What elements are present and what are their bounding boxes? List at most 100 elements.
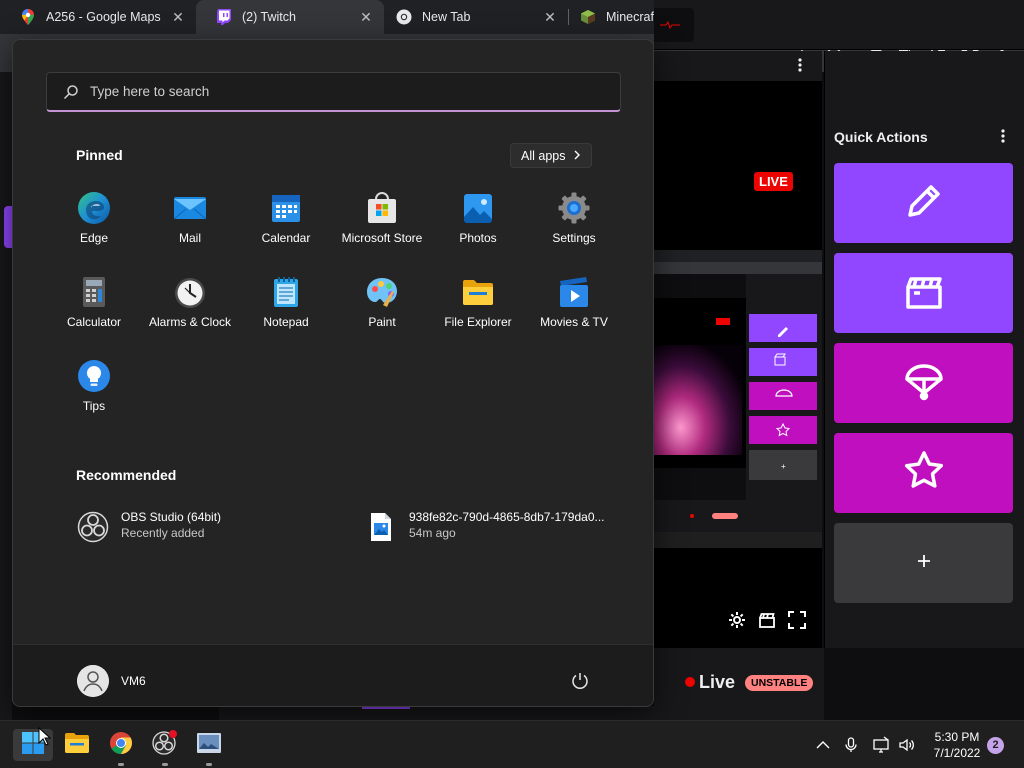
notepad-icon (269, 275, 303, 309)
live-dot (685, 677, 695, 687)
close-tab-icon[interactable]: ✕ (358, 9, 374, 25)
start-menu: Type here to search Pinned All apps Edge… (12, 39, 654, 707)
nested-screen-capture: + (654, 250, 822, 548)
quick-action-ad[interactable] (834, 433, 1013, 513)
recommended-item-obs[interactable]: OBS Studio (64bit) Recently added (77, 507, 277, 547)
app-label: Calculator (66, 315, 122, 329)
quick-action-edit-stream-info[interactable] (834, 163, 1013, 243)
tab-new-tab[interactable]: New Tab ✕ (376, 0, 568, 34)
recommended-item-image-file[interactable]: 938fe82c-790d-4865-8db7-179da0... 54m ag… (365, 507, 625, 547)
tab-title: (2) Twitch (242, 10, 296, 24)
network-icon[interactable] (872, 736, 890, 754)
live-tag: LIVE (754, 172, 793, 191)
app-label: Movies & TV (540, 315, 608, 329)
recommended-sub: Recently added (121, 526, 205, 540)
app-label: Edge (79, 231, 109, 245)
app-label: Photos (459, 231, 497, 245)
close-tab-icon[interactable]: ✕ (170, 9, 186, 25)
start-search-input[interactable]: Type here to search (46, 72, 621, 112)
pinned-app-edge[interactable]: Edge (46, 191, 142, 261)
notification-count-badge[interactable]: 2 (987, 737, 1004, 754)
search-icon (63, 84, 79, 100)
app-label: Settings (552, 231, 596, 245)
taskbar: 5:30 PM 7/1/2022 2 (0, 720, 1024, 768)
microphone-icon[interactable] (842, 736, 860, 754)
calculator-icon (77, 275, 111, 309)
app-label: Notepad (263, 315, 309, 329)
search-placeholder: Type here to search (90, 84, 210, 99)
movies-icon (557, 275, 591, 309)
pinned-app-alarms-clock[interactable]: Alarms & Clock (142, 275, 238, 345)
app-label: Calendar (261, 231, 311, 245)
clip-clapperboard-icon[interactable] (758, 611, 776, 629)
taskbar-clock[interactable]: 5:30 PM 7/1/2022 (928, 729, 986, 761)
file-explorer-icon (64, 732, 90, 759)
all-apps-label: All apps (521, 148, 566, 163)
pinned-app-movies-tv[interactable]: Movies & TV (526, 275, 622, 345)
tab-title: A256 - Google Maps (46, 10, 161, 24)
twitch-top-nav (654, 0, 1024, 50)
clapperboard-icon (902, 269, 946, 318)
volume-icon[interactable] (898, 736, 916, 754)
pinned-app-mail[interactable]: Mail (142, 191, 238, 261)
plus-icon (917, 554, 931, 573)
all-apps-button[interactable]: All apps (510, 143, 593, 168)
pinned-app-settings[interactable]: Settings (526, 191, 622, 261)
pinned-app-file-explorer[interactable]: File Explorer (430, 275, 526, 345)
close-tab-icon[interactable]: ✕ (542, 9, 558, 25)
pinned-app-microsoft-store[interactable]: Microsoft Store (334, 191, 430, 261)
mouse-cursor-icon (38, 726, 52, 747)
parachute-icon (902, 359, 946, 408)
folder-icon (461, 275, 495, 309)
clock-date: 7/1/2022 (933, 746, 981, 760)
search-field-remnant[interactable] (654, 8, 694, 42)
tab-google-maps[interactable]: A256 - Google Maps ✕ (0, 0, 196, 34)
star-icon (902, 449, 946, 498)
live-label: Live (699, 672, 736, 692)
power-icon[interactable] (570, 671, 590, 691)
edge-icon (77, 191, 111, 225)
pinned-app-paint[interactable]: Paint (334, 275, 430, 345)
taskbar-photo-viewer[interactable] (189, 729, 229, 761)
chevron-up-icon[interactable] (814, 736, 832, 754)
chevron-right-icon (573, 149, 581, 163)
quick-actions-kebab-icon[interactable] (996, 128, 1010, 149)
user-avatar-icon[interactable] (77, 665, 109, 697)
pinned-app-photos[interactable]: Photos (430, 191, 526, 261)
app-label: Alarms & Clock (148, 315, 231, 329)
taskbar-obs[interactable] (145, 729, 185, 761)
store-icon (365, 191, 399, 225)
quick-action-clip[interactable] (834, 253, 1013, 333)
alarm-clock-icon (173, 275, 207, 309)
pinned-app-calculator[interactable]: Calculator (46, 275, 142, 345)
photos-icon (461, 191, 495, 225)
fullscreen-icon[interactable] (788, 611, 806, 629)
recommended-name: 938fe82c-790d-4865-8db7-179da0... (409, 510, 605, 524)
app-label: File Explorer (444, 315, 512, 329)
kebab-icon[interactable] (798, 57, 806, 75)
mail-icon (173, 191, 207, 225)
user-name[interactable]: VM6 (121, 674, 146, 688)
pinned-app-notepad[interactable]: Notepad (238, 275, 334, 345)
recommended-sub: 54m ago (409, 526, 456, 540)
settings-gear-icon[interactable] (728, 611, 746, 629)
preview-header (654, 51, 822, 81)
google-maps-icon (20, 9, 36, 25)
quick-actions-title: Quick Actions (834, 129, 928, 145)
chrome-icon (396, 9, 412, 25)
clock-time: 5:30 PM (934, 730, 980, 744)
start-menu-footer: VM6 (13, 644, 653, 706)
minecraft-icon (580, 9, 596, 25)
photo-viewer-icon (196, 732, 222, 759)
recommended-heading: Recommended (76, 467, 177, 483)
taskbar-file-explorer[interactable] (57, 729, 97, 761)
taskbar-chrome[interactable] (101, 729, 141, 761)
quick-action-add[interactable] (834, 523, 1013, 603)
pencil-icon (902, 179, 946, 228)
pinned-app-tips[interactable]: Tips (46, 359, 142, 429)
app-label: Paint (368, 315, 396, 329)
quick-action-raid[interactable] (834, 343, 1013, 423)
tab-twitch[interactable]: (2) Twitch ✕ (196, 0, 384, 34)
pinned-app-calendar[interactable]: Calendar (238, 191, 334, 261)
app-label: Mail (178, 231, 201, 245)
